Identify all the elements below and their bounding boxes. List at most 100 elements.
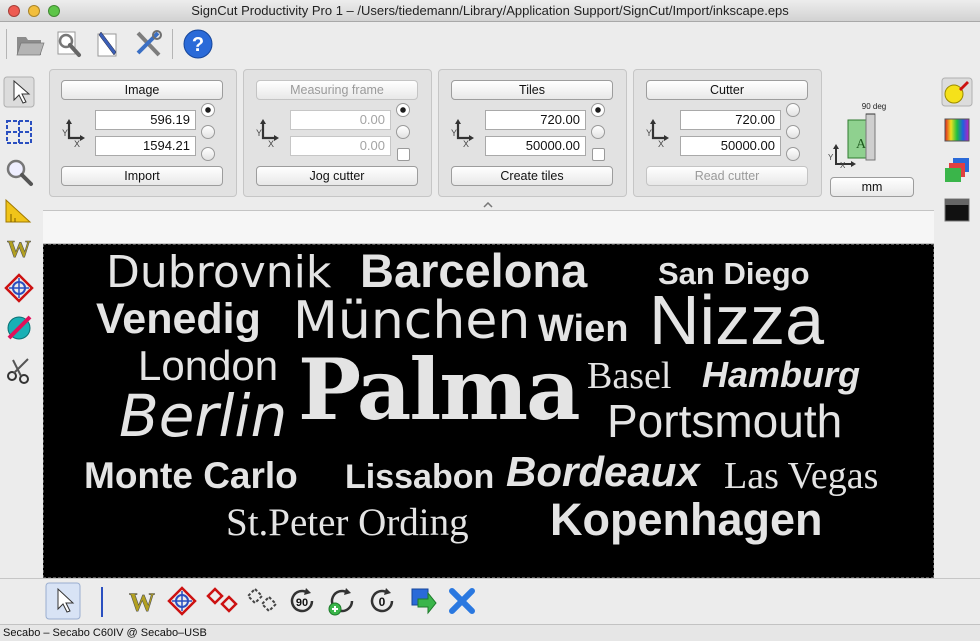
layers-icon[interactable]: [941, 155, 973, 185]
svg-text:X: X: [658, 139, 664, 148]
svg-text:?: ?: [192, 34, 204, 56]
contrast-icon[interactable]: [941, 195, 973, 225]
svg-text:Y: Y: [62, 128, 68, 138]
cutter-header-button[interactable]: Cutter: [646, 80, 808, 100]
word-venedig[interactable]: Venedig: [96, 298, 261, 341]
word-st-peter-ording[interactable]: St.Peter Ording: [226, 503, 469, 542]
color-fill-icon[interactable]: [941, 77, 973, 107]
measuring-x-field[interactable]: 0.00: [290, 110, 391, 130]
edit-pen-icon[interactable]: [92, 28, 124, 60]
find-icon[interactable]: [52, 28, 84, 60]
preview-strip[interactable]: [43, 210, 934, 244]
cutter-panel: Cutter YX 720.00 50000.00 Read cutter: [633, 69, 822, 197]
image-x-field[interactable]: 596.19: [95, 110, 196, 130]
close-icon[interactable]: [446, 585, 478, 617]
xy-axis-icon: YX: [62, 119, 85, 148]
help-icon[interactable]: ?: [182, 28, 214, 60]
color-palette-icon[interactable]: [941, 115, 973, 145]
measuring-frame-header-button[interactable]: Measuring frame: [256, 80, 418, 100]
tiles-option-radio-2[interactable]: [591, 125, 605, 139]
word-las-vegas[interactable]: Las Vegas: [724, 457, 878, 495]
remove-marks-icon[interactable]: [246, 585, 278, 617]
image-y-field[interactable]: 1594.21: [95, 136, 196, 156]
image-header-button[interactable]: Image: [61, 80, 223, 100]
close-window-button[interactable]: [8, 5, 20, 17]
jog-cutter-button[interactable]: Jog cutter: [256, 166, 418, 186]
cutter-option-radio-1[interactable]: [786, 103, 800, 117]
weed-tool-icon[interactable]: W: [126, 585, 158, 617]
bottom-toolbar: W 90 0: [0, 578, 980, 624]
window-title: SignCut Productivity Pro 1 – /Users/tied…: [191, 3, 789, 18]
send-to-cutter-icon[interactable]: [406, 585, 438, 617]
title-bar: SignCut Productivity Pro 1 – /Users/tied…: [0, 0, 980, 22]
import-button[interactable]: Import: [61, 166, 223, 186]
weed-tool-icon[interactable]: W: [3, 232, 35, 264]
create-tiles-button[interactable]: Create tiles: [451, 166, 613, 186]
registration-mark-icon[interactable]: [3, 272, 35, 304]
xy-axis-icon: YX: [451, 119, 474, 148]
image-option-radio-1[interactable]: [201, 103, 215, 117]
zoom-window-button[interactable]: [48, 5, 60, 17]
word-berlin[interactable]: Berlin: [119, 387, 287, 445]
image-option-radio-2[interactable]: [201, 125, 215, 139]
select-arrow-icon[interactable]: [3, 76, 35, 108]
measuring-frame-panel: Measuring frame YX 0.00 0.00 Jog cutter: [243, 69, 432, 197]
open-folder-icon[interactable]: [14, 28, 46, 60]
minimize-window-button[interactable]: [28, 5, 40, 17]
rotate-90-icon[interactable]: 90: [286, 585, 318, 617]
collapse-arrow-icon[interactable]: [483, 202, 493, 208]
word-bordeaux[interactable]: Bordeaux: [506, 451, 700, 493]
image-option-radio-3[interactable]: [201, 147, 215, 161]
add-marks-icon[interactable]: [206, 585, 238, 617]
word-kopenhagen[interactable]: Kopenhagen: [550, 497, 823, 542]
units-button[interactable]: mm: [830, 177, 914, 197]
tiles-x-field[interactable]: 720.00: [485, 110, 586, 130]
measuring-checkbox[interactable]: [397, 148, 410, 161]
measuring-option-radio-2[interactable]: [396, 125, 410, 139]
registration-mark-icon[interactable]: [166, 585, 198, 617]
svg-text:Y: Y: [646, 128, 652, 138]
cutter-y-field[interactable]: 50000.00: [680, 136, 781, 156]
word-dubrovnik[interactable]: Dubrovnik: [106, 251, 331, 295]
status-bar: Secabo – Secabo C60IV @ Secabo–USB: [0, 624, 980, 641]
measuring-option-radio-1[interactable]: [396, 103, 410, 117]
word-hamburg[interactable]: Hamburg: [702, 357, 860, 393]
word-monte-carlo[interactable]: Monte Carlo: [84, 457, 298, 494]
word-lissabon[interactable]: Lissabon: [345, 460, 494, 494]
tiles-option-radio-1[interactable]: [591, 103, 605, 117]
rotation-preview-icon[interactable]: YX A: [828, 110, 888, 168]
reset-rotation-icon[interactable]: 0: [366, 585, 398, 617]
left-toolbox: W: [0, 70, 40, 384]
measuring-y-field[interactable]: 0.00: [290, 136, 391, 156]
select-arrow-icon[interactable]: [45, 582, 81, 620]
xy-axis-icon: YX: [256, 119, 279, 148]
cutter-x-field[interactable]: 720.00: [680, 110, 781, 130]
word-barcelona[interactable]: Barcelona: [360, 247, 587, 294]
tiles-header-button[interactable]: Tiles: [451, 80, 613, 100]
ruler-icon[interactable]: [3, 194, 35, 226]
read-cutter-button[interactable]: Read cutter: [646, 166, 808, 186]
svg-text:Y: Y: [451, 128, 457, 138]
zoom-icon[interactable]: [3, 156, 35, 188]
design-canvas[interactable]: Dubrovnik Barcelona San Diego Venedig Mü…: [43, 244, 934, 578]
grid-select-icon[interactable]: [3, 116, 35, 148]
word-london[interactable]: London: [138, 345, 278, 387]
rotate-add-icon[interactable]: [326, 585, 358, 617]
cutter-option-radio-3[interactable]: [786, 147, 800, 161]
node-edit-icon[interactable]: [3, 312, 35, 344]
tiles-y-field[interactable]: 50000.00: [485, 136, 586, 156]
svg-text:Y: Y: [256, 128, 262, 138]
main-toolbar: ?: [0, 23, 980, 65]
word-palma[interactable]: Palma: [298, 348, 581, 432]
tiles-checkbox[interactable]: [592, 148, 605, 161]
svg-text:X: X: [463, 139, 469, 148]
word-basel[interactable]: Basel: [587, 357, 671, 395]
svg-text:0: 0: [379, 595, 386, 609]
cutter-option-radio-2[interactable]: [786, 125, 800, 139]
svg-text:W: W: [7, 237, 31, 263]
scissors-icon[interactable]: [3, 354, 35, 386]
word-portsmouth[interactable]: Portsmouth: [607, 398, 842, 444]
image-panel: Image YX 596.19 1594.21 Import: [49, 69, 237, 197]
tools-icon[interactable]: [132, 28, 164, 60]
word-nizza[interactable]: Nizza: [649, 285, 824, 355]
